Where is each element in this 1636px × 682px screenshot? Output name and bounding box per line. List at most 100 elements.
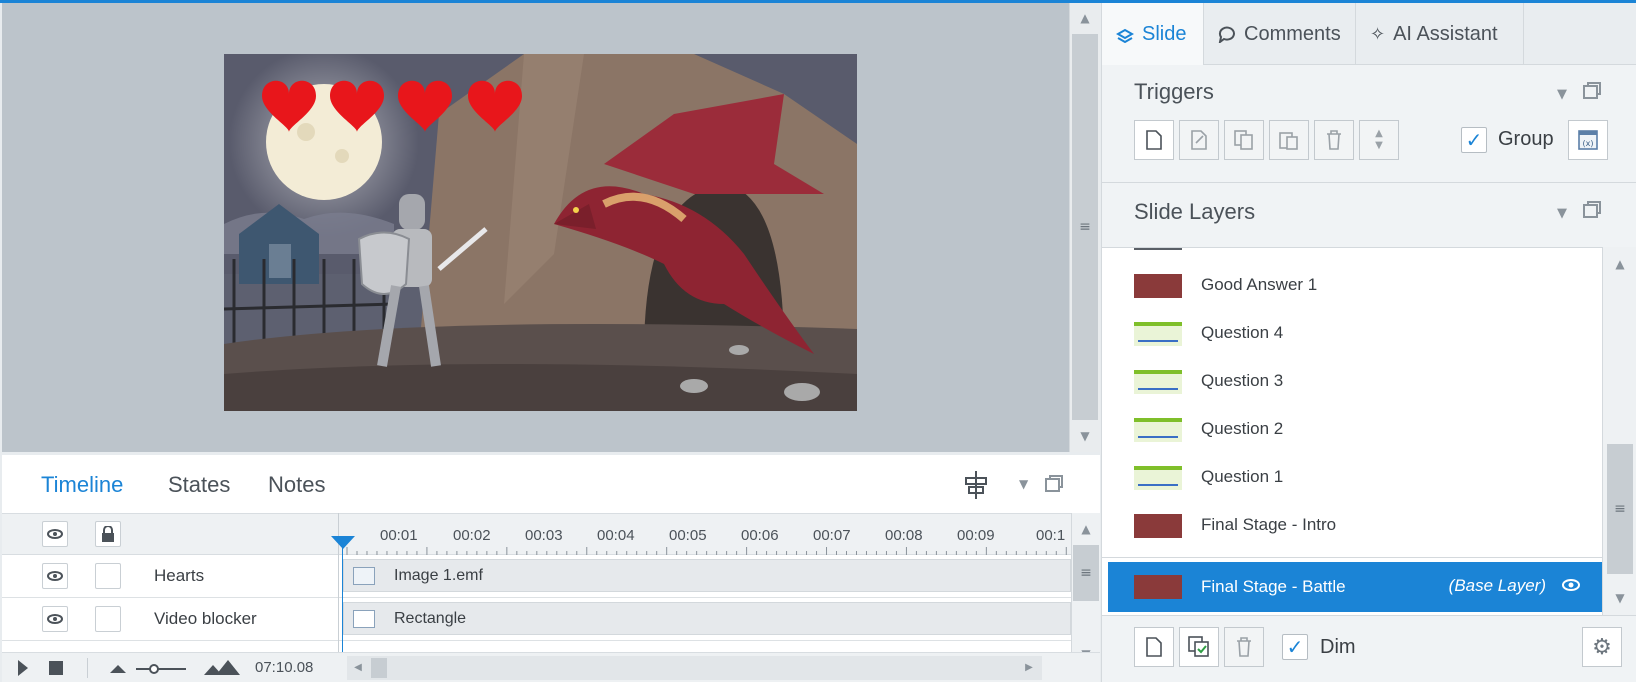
eye-icon[interactable] xyxy=(1562,579,1580,591)
ruler-label: 00:06 xyxy=(741,527,779,544)
layers-scroll-thumb[interactable]: ≡ xyxy=(1607,444,1633,574)
move-down-icon[interactable]: ▼ xyxy=(1375,140,1383,152)
float-panel-icon[interactable] xyxy=(1045,475,1063,493)
tab-slide[interactable]: Slide xyxy=(1102,3,1204,65)
stop-icon[interactable] xyxy=(49,661,63,675)
row-lock-toggle[interactable] xyxy=(95,563,121,589)
timeline-footer: 07:10.08 ◀ ▶ xyxy=(2,652,1100,682)
layer-thumbnail xyxy=(1134,418,1182,442)
scroll-up-icon[interactable]: ▲ xyxy=(1072,5,1098,31)
move-up-icon[interactable]: ▲ xyxy=(1375,128,1383,140)
tab-notes[interactable]: Notes xyxy=(268,472,325,498)
variables-button[interactable]: (x) xyxy=(1568,120,1608,160)
group-checkbox[interactable]: ✓ xyxy=(1461,127,1487,153)
scroll-up-icon[interactable]: ▲ xyxy=(1073,516,1099,542)
layer-settings-button[interactable]: ⚙ xyxy=(1582,627,1622,667)
new-layer-button[interactable] xyxy=(1134,627,1174,667)
show-all-toggle[interactable] xyxy=(42,521,68,547)
base-layer-item[interactable]: Final Stage - Battle (Base Layer) xyxy=(1108,562,1602,612)
timeline-vertical-scrollbar[interactable]: ▲ ≡ ▼ xyxy=(1071,513,1100,668)
layer-item[interactable]: Question 4 xyxy=(1102,309,1602,357)
row-visibility-toggle[interactable] xyxy=(42,563,68,589)
layer-thumbnail xyxy=(1134,274,1182,298)
panel-menu-chevron-icon[interactable]: ▼ xyxy=(1019,477,1028,491)
object-label: Image 1.emf xyxy=(394,567,483,584)
playhead-marker[interactable] xyxy=(331,536,355,549)
copy-trigger-button[interactable] xyxy=(1224,120,1264,160)
layer-item[interactable]: Question 2 xyxy=(1102,405,1602,453)
layer-name: Question 1 xyxy=(1201,467,1284,486)
slide-canvas[interactable] xyxy=(224,54,857,411)
horizontal-scroll-thumb[interactable] xyxy=(371,658,387,678)
timeline-tabs: Timeline States Notes ▼ xyxy=(2,455,1100,513)
right-panel-tabs: Slide Comments ✧ AI Assistant xyxy=(1102,3,1636,65)
stage-vertical-scrollbar[interactable]: ▲ ≡ ▼ xyxy=(1069,3,1100,452)
chevron-down-icon[interactable]: ▼ xyxy=(1557,87,1567,102)
ruler-label: 00:08 xyxy=(885,527,923,544)
new-trigger-button[interactable] xyxy=(1134,120,1174,160)
reorder-trigger-button[interactable]: ▲ ▼ xyxy=(1359,120,1399,160)
timeline-horizontal-scrollbar[interactable]: ◀ ▶ xyxy=(347,656,1042,680)
paste-trigger-button[interactable] xyxy=(1269,120,1309,160)
dim-checkbox[interactable]: ✓ xyxy=(1282,634,1308,660)
ruler-label: 00:05 xyxy=(669,527,707,544)
base-layer-divider xyxy=(1102,557,1602,558)
grip-icon: ≡ xyxy=(1614,501,1626,517)
align-timeline-icon[interactable] xyxy=(964,471,988,499)
timeline-object-bar[interactable]: Image 1.emf xyxy=(343,559,1071,592)
layer-name: Good Answer 1 xyxy=(1201,275,1318,294)
tab-ai-assistant[interactable]: ✧ AI Assistant xyxy=(1356,3,1524,65)
stage-scroll-thumb[interactable]: ≡ xyxy=(1072,34,1098,420)
layer-name: Final Stage - Battle xyxy=(1201,577,1346,596)
zoom-out-icon xyxy=(110,665,126,673)
zoom-slider[interactable] xyxy=(108,661,198,675)
divider xyxy=(87,658,88,678)
play-icon[interactable] xyxy=(18,660,28,676)
scroll-down-icon[interactable]: ▼ xyxy=(1607,585,1633,611)
delete-trigger-button[interactable] xyxy=(1314,120,1354,160)
layer-item[interactable]: Final Stage - Intro xyxy=(1102,501,1602,549)
duplicate-layer-button[interactable] xyxy=(1179,627,1219,667)
layer-item[interactable]: Question 1 xyxy=(1102,453,1602,501)
row-lock-toggle[interactable] xyxy=(95,606,121,632)
zoom-in-icon[interactable] xyxy=(204,658,242,676)
edit-icon xyxy=(1191,130,1207,150)
object-label: Rectangle xyxy=(394,610,467,627)
new-document-icon xyxy=(1146,637,1162,657)
tab-comments[interactable]: Comments xyxy=(1204,3,1356,65)
trash-icon xyxy=(1327,130,1341,150)
delete-layer-button[interactable] xyxy=(1224,627,1264,667)
scroll-left-icon[interactable]: ◀ xyxy=(345,655,371,681)
playhead-line xyxy=(342,548,343,668)
edit-trigger-button[interactable] xyxy=(1179,120,1219,160)
chevron-down-icon[interactable]: ▼ xyxy=(1557,206,1567,221)
tab-timeline[interactable]: Timeline xyxy=(41,472,123,498)
scroll-down-icon[interactable]: ▼ xyxy=(1072,423,1098,449)
float-panel-icon[interactable] xyxy=(1583,82,1601,100)
layers-vertical-scrollbar[interactable]: ▲ ≡ ▼ xyxy=(1602,247,1636,615)
grip-icon: ≡ xyxy=(1079,219,1091,235)
timeline-row[interactable]: Hearts Image 1.emf xyxy=(2,555,1071,598)
float-panel-icon[interactable] xyxy=(1583,201,1601,219)
scroll-up-icon[interactable]: ▲ xyxy=(1607,251,1633,277)
timeline-duration: 07:10.08 xyxy=(255,659,314,676)
row-visibility-toggle[interactable] xyxy=(42,606,68,632)
timeline-row[interactable]: Video blocker Rectangle xyxy=(2,598,1071,641)
triggers-title: Triggers xyxy=(1134,79,1214,104)
eye-icon xyxy=(47,529,63,539)
slide-illustration xyxy=(224,54,857,411)
timeline-object-bar[interactable]: Rectangle xyxy=(343,602,1071,635)
slide-stage[interactable] xyxy=(2,3,1069,452)
lock-all-toggle[interactable] xyxy=(95,521,121,547)
row-name[interactable]: Hearts xyxy=(154,566,204,586)
copy-icon xyxy=(1234,130,1253,150)
duplicate-icon xyxy=(1188,636,1209,657)
slide-layers-list: Good Answer 1 Question 4 Question 3 Ques… xyxy=(1102,247,1602,615)
layer-item[interactable]: Question 3 xyxy=(1102,357,1602,405)
tab-label: Slide xyxy=(1142,22,1187,45)
row-name[interactable]: Video blocker xyxy=(154,609,257,629)
tab-states[interactable]: States xyxy=(168,472,230,498)
timeline-scroll-thumb[interactable]: ≡ xyxy=(1073,545,1099,601)
layer-item[interactable]: Good Answer 1 xyxy=(1102,261,1602,309)
scroll-right-icon[interactable]: ▶ xyxy=(1016,655,1042,681)
